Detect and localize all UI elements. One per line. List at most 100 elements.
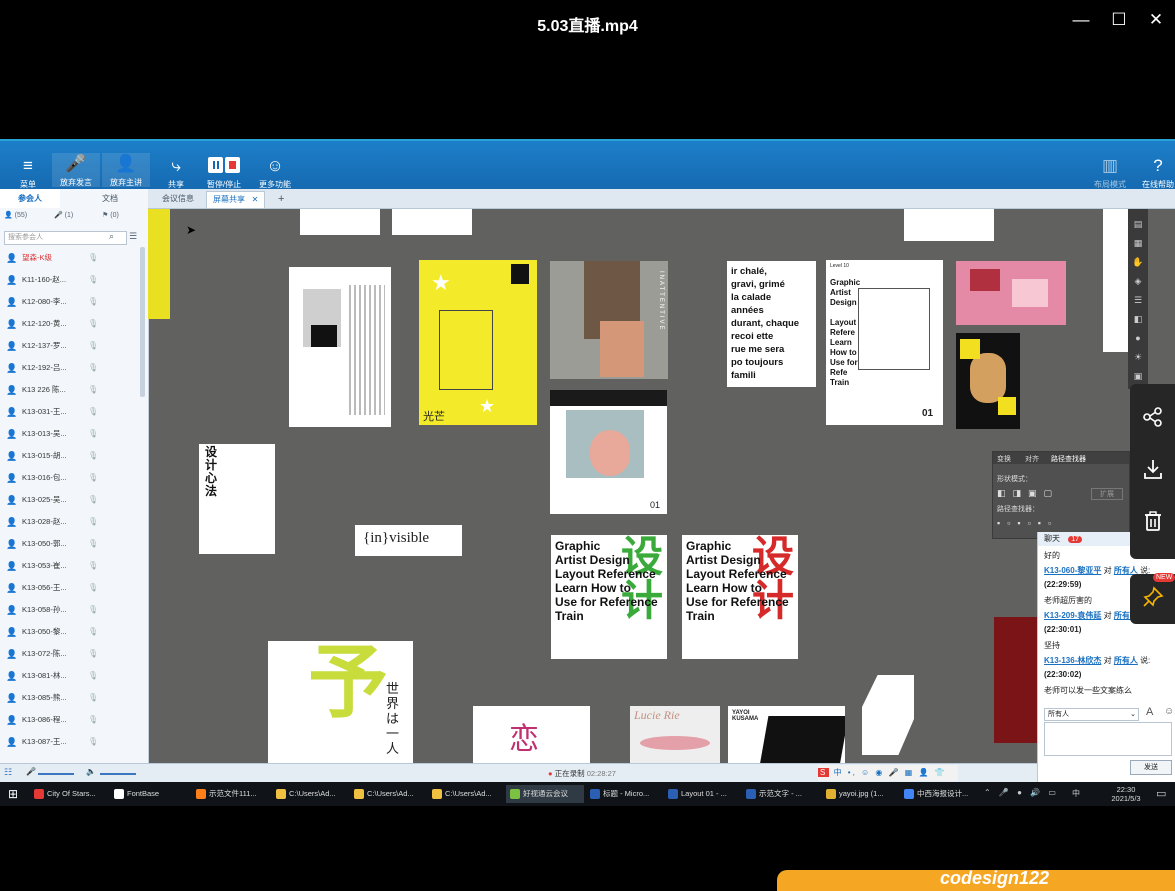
member-row[interactable]: 👤 K13-056-王... 🎙 xyxy=(0,577,140,599)
ime-indicator[interactable]: 中 xyxy=(1072,788,1080,799)
member-row[interactable]: 👤 K11-160-赵... 🎙 xyxy=(0,269,140,291)
layout-icon[interactable]: ☷ xyxy=(4,767,12,778)
share-button[interactable]: ⤷ 共享 xyxy=(152,155,200,190)
artwork-pink-collage xyxy=(956,261,1066,325)
member-row[interactable]: 👤 K13-025-吴... 🎙 xyxy=(0,489,140,511)
mic-icon: 🎙 xyxy=(88,319,99,328)
taskbar-item[interactable]: yayoi.jpg (1... xyxy=(822,785,900,803)
recipient-select[interactable]: 所有人 ⌄ xyxy=(1044,708,1139,721)
member-name: K13-025-吴... xyxy=(22,495,67,504)
give-up-presenter-button[interactable]: 👤 放弃主讲 xyxy=(102,153,150,187)
person-icon: 👤 xyxy=(6,715,18,725)
maximize-button[interactable]: ☐ xyxy=(1107,8,1131,32)
tab-participants[interactable]: 参会人 xyxy=(0,189,60,208)
sender-link[interactable]: K13-060-黎亚平 xyxy=(1044,566,1101,575)
subtab-speakers[interactable]: 🎤 (1) xyxy=(54,211,73,219)
pin-icon[interactable] xyxy=(1130,586,1175,614)
poster-text-line: durant, chaque xyxy=(731,318,800,329)
start-icon[interactable]: ⊞ xyxy=(8,787,18,801)
member-list-scrollbar[interactable] xyxy=(140,247,145,397)
system-clock[interactable]: 22:30 2021/5/3 xyxy=(1106,785,1146,803)
member-row[interactable]: 👤 K13-086-程... 🎙 xyxy=(0,709,140,731)
send-button[interactable]: 发送 xyxy=(1130,760,1172,775)
tab-meeting-info[interactable]: 会议信息 xyxy=(156,191,200,207)
taskbar-item[interactable]: Layout 01 - ... xyxy=(664,785,742,803)
member-row[interactable]: 👤 K13-013-吴... 🎙 xyxy=(0,423,140,445)
tab-screen-share[interactable]: 屏幕共享 ✕ xyxy=(206,191,266,208)
member-row[interactable]: 👤 K12-120-黄... 🎙 xyxy=(0,313,140,335)
search-icon[interactable]: ⌕ xyxy=(109,231,114,242)
speaker-icon[interactable]: 🔈 xyxy=(86,767,96,776)
tab-documents[interactable]: 文档 xyxy=(80,189,140,208)
member-row[interactable]: 👤 K13-085-熊... 🎙 xyxy=(0,687,140,709)
expand-button[interactable]: 扩展 xyxy=(1091,488,1123,500)
taskbar-item[interactable]: 中西海报设计... xyxy=(900,785,978,803)
taskbar-item[interactable]: C:\Users\Ad... xyxy=(350,785,428,803)
subtab-all[interactable]: 👤 (55) xyxy=(4,211,27,219)
minimize-button[interactable]: — xyxy=(1069,8,1093,32)
tray-icons[interactable]: ⌃ 🎤 ● 🔊 ▭ xyxy=(984,788,1059,797)
taskbar-item[interactable]: 好视通云会议 xyxy=(506,785,584,803)
notification-icon[interactable]: ▭ xyxy=(1156,787,1166,800)
emoji-icon[interactable]: ☺ xyxy=(1164,706,1174,717)
subtab-hands[interactable]: ⚑ (0) xyxy=(102,211,119,219)
tab-align[interactable]: 对齐 xyxy=(1025,454,1039,464)
ime-toolbar[interactable]: S 中 •, ☺ ◉ 🎤 ▦ 👤 👕 ▦ xyxy=(818,765,958,781)
close-button[interactable]: ✕ xyxy=(1144,8,1168,32)
target-link[interactable]: 所有人 xyxy=(1114,656,1138,665)
member-name: K13-056-王... xyxy=(22,583,67,592)
font-icon[interactable]: A xyxy=(1146,706,1153,718)
taskbar-item[interactable]: 标题 - Micro... xyxy=(586,785,664,803)
member-row[interactable]: 👤 K12-080-李... 🎙 xyxy=(0,291,140,313)
taskbar-item[interactable]: 示范文字 - ... xyxy=(742,785,820,803)
online-help-button[interactable]: ? 在线帮助 xyxy=(1134,155,1175,190)
taskbar-item[interactable]: 示范文件111... xyxy=(192,785,270,803)
member-row[interactable]: 👤 望森-K级 🎙 xyxy=(0,247,140,269)
member-row[interactable]: 👤 K13-050-黎... 🎙 xyxy=(0,621,140,643)
member-row[interactable]: 👤 K13-031-王... 🎙 xyxy=(0,401,140,423)
speaker-volume-slider[interactable] xyxy=(100,773,136,775)
mic-volume-icon[interactable]: 🎤 xyxy=(26,767,36,776)
taskbar-item[interactable]: FontBase xyxy=(110,785,188,803)
share-network-icon[interactable] xyxy=(1130,406,1175,434)
member-row[interactable]: 👤 K13-015-胡... 🎙 xyxy=(0,445,140,467)
taskbar-item[interactable]: City Of Stars... xyxy=(30,785,108,803)
give-up-speaking-button[interactable]: 🎤 放弃发言 xyxy=(52,153,100,187)
sender-link[interactable]: K13-209-袁伟延 xyxy=(1044,611,1101,620)
app-toolbar: ≡ 菜单 🎤 放弃发言 👤 放弃主讲 ⤷ 共享 暂停/停止 ☺ 更多功能 ▥ 布… xyxy=(0,139,1175,191)
chat-input[interactable] xyxy=(1044,722,1172,756)
tab-transform[interactable]: 变换 xyxy=(997,454,1011,464)
video-title: 5.03直播.mp4 xyxy=(537,18,638,35)
member-row[interactable]: 👤 K13-058-孙... 🎙 xyxy=(0,599,140,621)
download-icon[interactable] xyxy=(1130,458,1175,486)
member-row[interactable]: 👤 K13 226 陈... 🎙 xyxy=(0,379,140,401)
member-row[interactable]: 👤 K13-081-林... 🎙 xyxy=(0,665,140,687)
more-functions-button[interactable]: ☺ 更多功能 xyxy=(251,155,299,190)
tab-close-icon[interactable]: ✕ xyxy=(252,195,259,204)
trash-icon[interactable] xyxy=(1130,510,1175,538)
member-row[interactable]: 👤 K12-192-吕... 🎙 xyxy=(0,357,140,379)
smile-icon: ☺ xyxy=(266,156,284,175)
poster-text-line: Graphic xyxy=(555,539,601,553)
tab-pathfinder[interactable]: 路径查找器 xyxy=(1051,454,1086,464)
layout-mode-button[interactable]: ▥ 布局模式 xyxy=(1086,155,1134,190)
taskbar-item[interactable]: C:\Users\Ad... xyxy=(272,785,350,803)
member-row[interactable]: 👤 K13-028-赵... 🎙 xyxy=(0,511,140,533)
member-row[interactable]: 👤 K13-050-郭... 🎙 xyxy=(0,533,140,555)
pause-stop-button[interactable]: 暂停/停止 xyxy=(200,155,248,190)
member-row[interactable]: 👤 K12-137-罗... 🎙 xyxy=(0,335,140,357)
member-row[interactable]: 👤 K13-016-包... 🎙 xyxy=(0,467,140,489)
sender-link[interactable]: K13-136-林欣杰 xyxy=(1044,656,1101,665)
shape-mode-buttons[interactable]: ◧◨▣▢ xyxy=(997,488,1059,499)
member-row[interactable]: 👤 K13-053-崔... 🎙 xyxy=(0,555,140,577)
list-view-icon[interactable]: ☰ xyxy=(129,231,137,242)
mic-volume-slider[interactable] xyxy=(38,773,74,775)
new-tab-button[interactable]: + xyxy=(272,191,290,207)
taskbar-item[interactable]: C:\Users\Ad... xyxy=(428,785,506,803)
member-name: K13 226 陈... xyxy=(22,385,66,394)
mouse-cursor-icon: ➤ xyxy=(186,223,197,237)
menu-button[interactable]: ≡ 菜单 xyxy=(4,155,52,190)
pathfinder-buttons[interactable]: ▪▫▪▫▪▫ xyxy=(997,518,1058,528)
member-row[interactable]: 👤 K13-087-王... 🎙 xyxy=(0,731,140,753)
member-row[interactable]: 👤 K13-072-陈... 🎙 xyxy=(0,643,140,665)
